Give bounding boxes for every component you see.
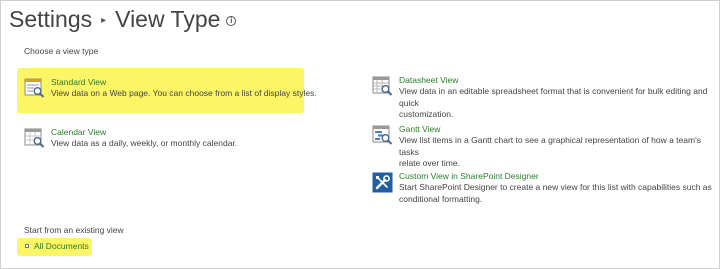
custom-view-link[interactable]: Custom View in SharePoint Designer (399, 170, 712, 182)
calendar-view-link[interactable]: Calendar View (51, 126, 237, 138)
breadcrumb-settings-link[interactable]: Settings (9, 6, 92, 33)
all-documents-link[interactable]: All Documents (34, 241, 89, 251)
custom-view-description-line-2: conditional formatting. (399, 193, 483, 204)
gantt-view-description-line-2: relate over time. (399, 158, 460, 168)
choose-view-type-label: Choose a view type (24, 46, 99, 56)
breadcrumb-separator-icon: ▸ (101, 14, 107, 26)
datasheet-view-option[interactable]: Datasheet View View data in an editable … (372, 74, 720, 121)
standard-view-link[interactable]: Standard View (51, 76, 317, 88)
gantt-view-link[interactable]: Gantt View (399, 123, 720, 135)
datasheet-view-icon (372, 76, 393, 96)
bullet-icon (25, 244, 29, 248)
standard-view-description: View data on a Web page. You can choose … (51, 88, 317, 98)
gantt-view-option[interactable]: Gantt View View list items in a Gantt ch… (372, 123, 720, 170)
custom-view-sharepoint-designer-option[interactable]: Custom View in SharePoint Designer Start… (372, 170, 712, 205)
page-header: Settings ▸ View Type i (9, 2, 237, 36)
sharepoint-designer-icon (372, 172, 393, 193)
gantt-view-description-line-1: View list items in a Gantt chart to see … (399, 135, 701, 157)
gantt-view-icon (372, 125, 393, 145)
info-icon[interactable]: i (226, 16, 237, 26)
standard-view-icon (24, 78, 45, 98)
calendar-view-icon (24, 128, 45, 148)
datasheet-view-description-line-2: customization. (399, 109, 454, 119)
existing-view-item[interactable]: All Documents (25, 241, 89, 251)
calendar-view-description: View data as a daily, weekly, or monthly… (51, 138, 238, 148)
datasheet-view-link[interactable]: Datasheet View (399, 74, 720, 86)
existing-view-label: Start from an existing view (24, 225, 124, 235)
standard-view-option[interactable]: Standard View View data on a Web page. Y… (24, 76, 317, 100)
custom-view-description-line-1: Start SharePoint Designer to create a ne… (399, 182, 712, 192)
calendar-view-option[interactable]: Calendar View View data as a daily, week… (24, 126, 237, 150)
page-title: View Type (115, 5, 221, 32)
datasheet-view-description-line-1: View data in an editable spreadsheet for… (399, 86, 708, 108)
